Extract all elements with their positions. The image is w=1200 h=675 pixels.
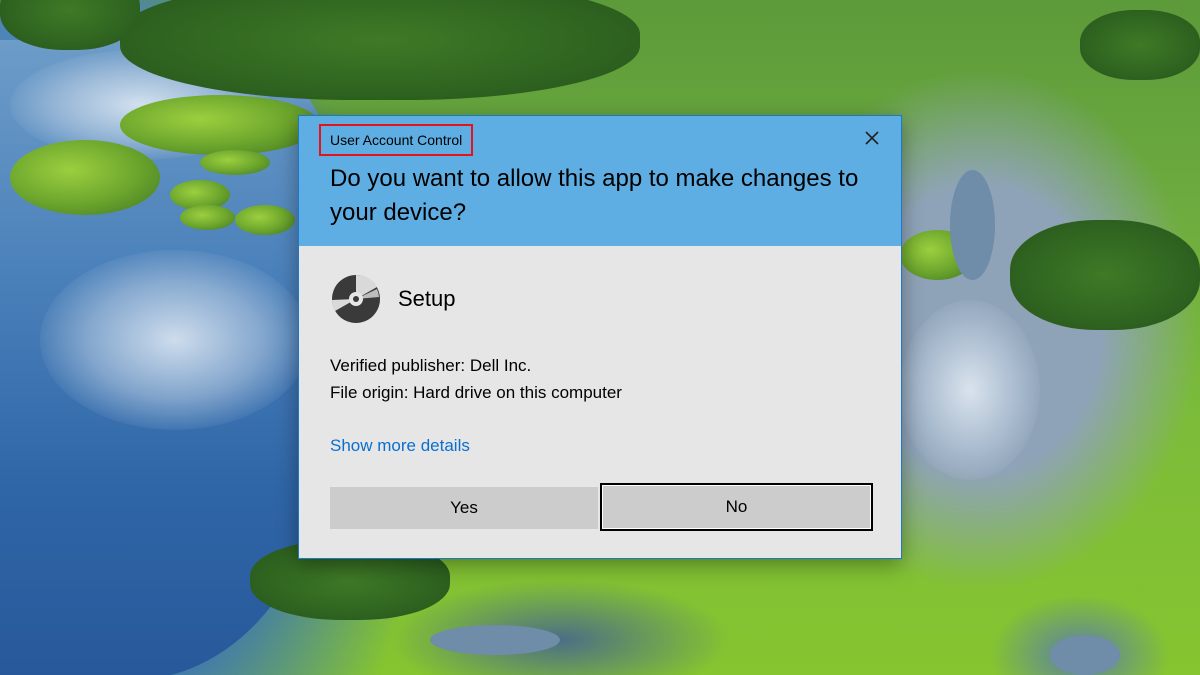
close-icon bbox=[865, 131, 879, 145]
wallpaper-island bbox=[120, 95, 320, 155]
uac-dialog: User Account Control Do you want to allo… bbox=[298, 115, 902, 559]
wallpaper-island bbox=[200, 150, 270, 175]
app-name: Setup bbox=[398, 286, 456, 311]
close-button[interactable] bbox=[855, 124, 889, 152]
show-more-details-link[interactable]: Show more details bbox=[330, 436, 470, 456]
wallpaper-cloud-reflection bbox=[900, 300, 1040, 480]
yes-button[interactable]: Yes bbox=[330, 487, 598, 529]
disc-icon bbox=[332, 274, 380, 323]
wallpaper-trees bbox=[120, 0, 640, 100]
dialog-header: User Account Control Do you want to allo… bbox=[299, 116, 901, 246]
wallpaper-island bbox=[180, 205, 235, 230]
verified-publisher: Verified publisher: Dell Inc. bbox=[330, 356, 532, 375]
dialog-question: Do you want to allow this app to make ch… bbox=[330, 165, 859, 226]
desktop-wallpaper: User Account Control Do you want to allo… bbox=[0, 0, 1200, 675]
wallpaper-trees bbox=[1010, 220, 1200, 330]
dialog-title: User Account Control bbox=[319, 124, 474, 156]
wallpaper-island bbox=[235, 205, 295, 235]
wallpaper-river bbox=[430, 625, 560, 655]
app-info: Setup bbox=[330, 273, 456, 325]
no-button[interactable]: No bbox=[600, 483, 873, 531]
wallpaper-cloud-reflection bbox=[40, 250, 310, 430]
wallpaper-river bbox=[1050, 635, 1120, 675]
file-origin: File origin: Hard drive on this computer bbox=[330, 383, 622, 402]
wallpaper-river bbox=[950, 170, 995, 280]
wallpaper-island bbox=[10, 140, 160, 215]
wallpaper-trees bbox=[1080, 10, 1200, 80]
